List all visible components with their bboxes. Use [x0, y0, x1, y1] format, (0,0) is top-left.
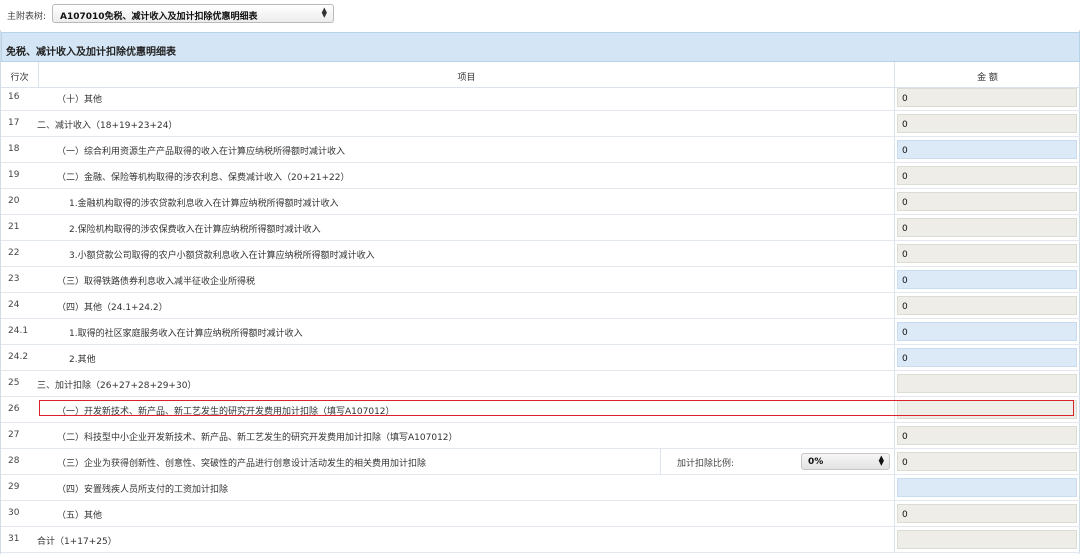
amount-cell: 0: [897, 296, 1077, 315]
row-label: 1.取得的社区家庭服务收入在计算应纳税所得额时减计收入: [69, 329, 303, 339]
table-row: 31 合计（1+17+25）: [1, 527, 1080, 553]
table-row: 24 （四）其他（24.1+24.2） 0: [1, 293, 1080, 319]
col-header-row-no: 行次: [1, 62, 39, 87]
amount-cell: 0: [897, 218, 1077, 237]
select-arrows-icon: ▲ ▼: [878, 454, 884, 467]
amount-cell: [897, 374, 1077, 393]
table-row: 28 （三）企业为获得创新性、创意性、突破性的产品进行创意设计活动发生的相关费用…: [1, 449, 1080, 475]
table-row: 27 （二）科技型中小企业开发新技术、新产品、新工艺发生的研究开发费用加计扣除（…: [1, 423, 1080, 449]
row-label: 三、加计扣除（26+27+28+29+30）: [37, 381, 197, 391]
ratio-select-value: 0%: [808, 457, 824, 467]
table-row: 19 （二）金融、保险等机构取得的涉农利息、保费减计收入（20+21+22） 0: [1, 163, 1080, 189]
row-label: （一）综合利用资源生产产品取得的收入在计算应纳税所得额时减计收入: [57, 147, 346, 157]
ratio-label: 加计扣除比例:: [677, 459, 735, 469]
amount-cell: 0: [897, 114, 1077, 133]
row-label: 2.其他: [69, 355, 96, 365]
amount-cell: 0: [897, 88, 1077, 107]
row-label: （一）开发新技术、新产品、新工艺发生的研究开发费用加计扣除（填写A107012）: [57, 407, 395, 417]
row-number: 17: [8, 118, 20, 128]
row-label: （三）取得铁路债券利息收入减半征收企业所得税: [57, 277, 256, 287]
main-table-select[interactable]: A107010免税、减计收入及加计扣除优惠明细表 ▲ ▼: [52, 4, 334, 23]
row-number: 21: [8, 222, 20, 232]
amount-cell: [897, 400, 1077, 419]
amount-cell: 0: [897, 426, 1077, 445]
table-row: 23 （三）取得铁路债券利息收入减半征收企业所得税 0: [1, 267, 1080, 293]
row-label: （四）安置残疾人员所支付的工资加计扣除: [57, 485, 229, 495]
table-row: 22 3.小额贷款公司取得的农户小额贷款利息收入在计算应纳税所得额时减计收入 0: [1, 241, 1080, 267]
row-label: （五）其他: [57, 511, 103, 521]
amount-cell: 0: [897, 452, 1077, 471]
row-number: 24.2: [8, 352, 29, 362]
row-label: 二、减计收入（18+19+23+24）: [37, 121, 178, 131]
row-label: 3.小额贷款公司取得的农户小额贷款利息收入在计算应纳税所得额时减计收入: [69, 251, 375, 261]
row-number: 29: [8, 482, 20, 492]
row-label: （四）其他（24.1+24.2）: [57, 303, 168, 313]
main-table-select-value: A107010免税、减计收入及加计扣除优惠明细表: [60, 12, 258, 22]
table-row: 24.2 2.其他 0: [1, 345, 1080, 371]
row-number: 23: [8, 274, 20, 284]
table-row: 16 （十）其他 0: [1, 85, 1080, 111]
table-row: 30 （五）其他 0: [1, 501, 1080, 527]
table-row: 21 2.保险机构取得的涉农保费收入在计算应纳税所得额时减计收入 0: [1, 215, 1080, 241]
row-number: 27: [8, 430, 20, 440]
table-row: 17 二、减计收入（18+19+23+24） 0: [1, 111, 1080, 137]
table-row: 18 （一）综合利用资源生产产品取得的收入在计算应纳税所得额时减计收入 0: [1, 137, 1080, 163]
row-label: （十）其他: [57, 95, 103, 105]
row-number: 28: [8, 456, 20, 466]
table-title: 免税、减计收入及加计扣除优惠明细表: [1, 32, 1080, 62]
amount-input[interactable]: 0: [897, 322, 1077, 341]
row-label: （二）金融、保险等机构取得的涉农利息、保费减计收入（20+21+22）: [57, 173, 350, 183]
table-row: 20 1.金融机构取得的涉农贷款利息收入在计算应纳税所得额时减计收入 0: [1, 189, 1080, 215]
row-label: （三）企业为获得创新性、创意性、突破性的产品进行创意设计活动发生的相关费用加计扣…: [57, 459, 427, 469]
col-header-item: 项目: [39, 62, 895, 87]
ratio-cell: 加计扣除比例: 0% ▲ ▼: [660, 449, 894, 474]
table-row: 24.1 1.取得的社区家庭服务收入在计算应纳税所得额时减计收入 0: [1, 319, 1080, 345]
table-row: 26 （一）开发新技术、新产品、新工艺发生的研究开发费用加计扣除（填写A1070…: [1, 397, 1080, 423]
row-number: 26: [8, 404, 20, 414]
amount-input[interactable]: 0: [897, 270, 1077, 289]
row-number: 16: [8, 92, 20, 102]
select-arrows-icon: ▲ ▼: [321, 6, 327, 19]
amount-cell: 0: [897, 504, 1077, 523]
table-row: 25 三、加计扣除（26+27+28+29+30）: [1, 371, 1080, 397]
col-header-amount: 金 额: [977, 73, 998, 83]
row-number: 24.1: [8, 326, 29, 336]
amount-cell: 0: [897, 244, 1077, 263]
form-frame: 免税、减计收入及加计扣除优惠明细表 行次 项目 金 额 16 （十）其他 0 1…: [0, 30, 1080, 554]
top-bar: 主附表树: A107010免税、减计收入及加计扣除优惠明细表 ▲ ▼: [0, 0, 1080, 30]
row-number: 22: [8, 248, 20, 258]
row-label: （二）科技型中小企业开发新技术、新产品、新工艺发生的研究开发费用加计扣除（填写A…: [57, 433, 458, 443]
main-table-label: 主附表树:: [7, 12, 47, 22]
amount-input[interactable]: 0: [897, 348, 1077, 367]
table-row: 29 （四）安置残疾人员所支付的工资加计扣除: [1, 475, 1080, 501]
row-number: 30: [8, 508, 20, 518]
amount-cell: 0: [897, 166, 1077, 185]
row-number: 24: [8, 300, 20, 310]
amount-input[interactable]: 0: [897, 140, 1077, 159]
row-label: 合计（1+17+25）: [37, 537, 117, 547]
ratio-select[interactable]: 0% ▲ ▼: [801, 453, 890, 470]
amount-input[interactable]: [897, 478, 1077, 497]
row-label: 1.金融机构取得的涉农贷款利息收入在计算应纳税所得额时减计收入: [69, 199, 339, 209]
row-label: 2.保险机构取得的涉农保费收入在计算应纳税所得额时减计收入: [69, 225, 321, 235]
row-number: 25: [8, 378, 20, 388]
amount-cell: 0: [897, 192, 1077, 211]
amount-cell: [897, 530, 1077, 549]
row-number: 19: [8, 170, 20, 180]
row-number: 18: [8, 144, 20, 154]
row-number: 31: [8, 534, 20, 544]
row-number: 20: [8, 196, 20, 206]
